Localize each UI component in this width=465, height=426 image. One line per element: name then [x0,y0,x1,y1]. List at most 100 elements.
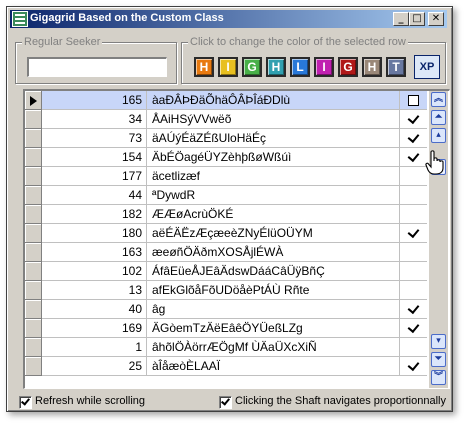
text-cell[interactable]: aëÉÄËzÆçæeèZNyÉlüOÜYM [147,224,400,243]
color-button-3[interactable]: G [242,57,262,77]
checkbox-cell[interactable] [400,110,427,129]
text-cell[interactable]: àaÐÂÞÐäÕhäÔÂÞÎáÐDlù [147,91,400,110]
checkbox-cell[interactable] [400,319,427,338]
number-cell[interactable]: 154 [42,148,147,167]
checkbox-cell[interactable] [400,224,427,243]
double-up-icon[interactable]: ︽ [431,92,446,107]
checkbox-cell[interactable] [400,300,427,319]
color-button-7[interactable]: G [338,57,358,77]
checkbox-cell[interactable] [400,148,427,167]
number-cell[interactable]: 13 [42,281,147,300]
table-row[interactable]: 1 âhõlÖÀörrÆÖgMf ÙÄaÜXcXiÑ [25,338,427,357]
row-selector[interactable] [25,319,42,338]
text-cell[interactable]: afEkGlõåFõUDöåèPtÁÙ Rñte [147,281,400,300]
number-cell[interactable]: 73 [42,129,147,148]
checkbox-cell[interactable] [400,357,427,376]
checkbox-cell[interactable] [400,186,427,205]
number-cell[interactable]: 169 [42,319,147,338]
text-cell[interactable]: äAÚýÉäZÉßUloHäÉç [147,129,400,148]
row-selector[interactable] [25,205,42,224]
number-cell[interactable]: 25 [42,357,147,376]
text-cell[interactable]: ÆÆøAcrùÖKÉ [147,205,400,224]
text-cell[interactable]: æeøñÖÄðmXOSÅjlÉWÀ [147,243,400,262]
row-selector[interactable] [25,91,42,110]
number-cell[interactable]: 40 [42,300,147,319]
number-cell[interactable]: 177 [42,167,147,186]
table-row[interactable]: 25 àÎåæòÈLAAÏ [25,357,427,376]
text-cell[interactable]: ÁfâEüeÅJEâÄdswDááCâÜÿBñÇ [147,262,400,281]
table-row[interactable]: 13 afEkGlõåFõUDöåèPtÁÙ Rñte [25,281,427,300]
color-button-1[interactable]: H [194,57,214,77]
number-cell[interactable]: 163 [42,243,147,262]
number-cell[interactable]: 182 [42,205,147,224]
page-down-icon[interactable]: ⏷ [431,352,446,367]
row-selector[interactable] [25,262,42,281]
row-selector[interactable] [25,243,42,262]
table-row[interactable]: 180 aëÉÄËzÆçæeèZNyÉlüOÜYM [25,224,427,243]
checkbox-cell[interactable] [400,91,427,110]
number-cell[interactable]: 165 [42,91,147,110]
xp-style-button[interactable]: XP [414,55,440,79]
number-cell[interactable]: 102 [42,262,147,281]
maximize-button[interactable]: □ [409,12,425,26]
checkbox-cell[interactable] [400,281,427,300]
text-cell[interactable]: ÅAiHSýVVwëõ [147,110,400,129]
text-cell[interactable]: ªDywdR [147,186,400,205]
color-button-4[interactable]: H [266,57,286,77]
checkbox-cell[interactable] [400,167,427,186]
checkbox-cell[interactable] [400,262,427,281]
shaft-checkbox[interactable] [219,396,232,409]
table-row[interactable]: 154 ÄbÉÖagéÜYZèhþßøWßúì [25,148,427,167]
row-selector[interactable] [25,224,42,243]
table-row[interactable]: 169 ÄGòemTzÄëEâêÖYÜeßLZg [25,319,427,338]
row-selector[interactable] [25,129,42,148]
row-selector[interactable] [25,186,42,205]
checkbox-cell[interactable] [400,338,427,357]
table-row[interactable]: 177 äcetlizæf [25,167,427,186]
row-selector[interactable] [25,338,42,357]
row-selector[interactable] [25,167,42,186]
page-up-icon[interactable]: ⏶ [431,110,446,125]
text-cell[interactable]: äcetlizæf [147,167,400,186]
row-selector[interactable] [25,110,42,129]
up-icon[interactable]: ▴ [431,128,446,143]
table-row[interactable]: 34 ÅAiHSýVVwëõ [25,110,427,129]
app-grid-icon[interactable] [12,11,28,27]
text-cell[interactable]: âg [147,300,400,319]
table-row[interactable]: 102 ÁfâEüeÅJEâÄdswDááCâÜÿBñÇ [25,262,427,281]
color-button-8[interactable]: H [362,57,382,77]
vertical-scrollbar[interactable]: ︽ ⏶ ▴ ▾ ⏷ ︾ [429,91,448,388]
refresh-checkbox[interactable] [19,396,32,409]
table-row[interactable]: 73 äAÚýÉäZÉßUloHäÉç [25,129,427,148]
number-cell[interactable]: 44 [42,186,147,205]
checkbox-cell[interactable] [400,205,427,224]
table-row[interactable]: 44 ªDywdR [25,186,427,205]
table-row[interactable]: 165 àaÐÂÞÐäÕhäÔÂÞÎáÐDlù [25,91,427,110]
number-cell[interactable]: 34 [42,110,147,129]
table-row[interactable]: 40 âg [25,300,427,319]
checkbox-editor[interactable] [408,95,419,106]
color-button-2[interactable]: I [218,57,238,77]
number-cell[interactable]: 180 [42,224,147,243]
data-grid[interactable]: 165 àaÐÂÞÐäÕhäÔÂÞÎáÐDlù 34 ÅAiHSýVVwëõ 73 äAÚ… [23,89,450,389]
text-cell[interactable]: ÄbÉÖagéÜYZèhþßøWßúì [147,148,400,167]
text-cell[interactable]: âhõlÖÀörrÆÖgMf ÙÄaÜXcXiÑ [147,338,400,357]
number-cell[interactable]: 1 [42,338,147,357]
text-cell[interactable]: àÎåæòÈLAAÏ [147,357,400,376]
row-selector[interactable] [25,357,42,376]
down-icon[interactable]: ▾ [431,334,446,349]
title-bar[interactable]: Gigagrid Based on the Custom Class _ □ ✕ [10,10,447,28]
color-button-6[interactable]: I [314,57,334,77]
checkbox-cell[interactable] [400,129,427,148]
text-cell[interactable]: ÄGòemTzÄëEâêÖYÜeßLZg [147,319,400,338]
search-input[interactable] [27,57,167,77]
table-row[interactable]: 182 ÆÆøAcrùÖKÉ [25,205,427,224]
color-button-9[interactable]: T [386,57,406,77]
table-row[interactable]: 163 æeøñÖÄðmXOSÅjlÉWÀ [25,243,427,262]
row-selector[interactable] [25,300,42,319]
checkbox-cell[interactable] [400,243,427,262]
minimize-button[interactable]: _ [393,12,409,26]
row-selector[interactable] [25,281,42,300]
double-down-icon[interactable]: ︾ [431,370,446,385]
color-button-5[interactable]: L [290,57,310,77]
